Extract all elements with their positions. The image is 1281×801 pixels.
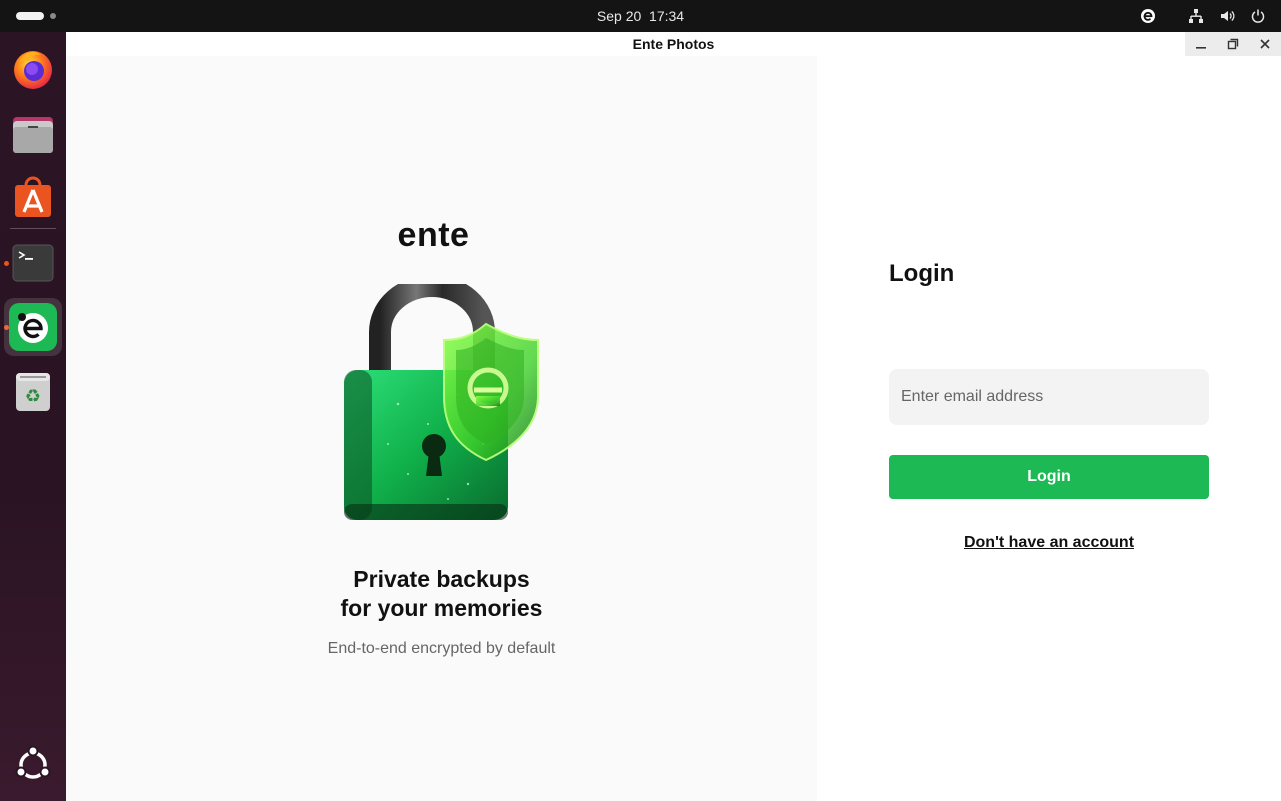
dock-trash[interactable]: ♻: [8, 366, 58, 416]
window-title: Ente Photos: [632, 36, 715, 52]
window-titlebar[interactable]: Ente Photos: [66, 32, 1281, 56]
trash-icon: ♻: [16, 373, 50, 411]
maximize-icon[interactable]: [1217, 32, 1249, 56]
hero-tagline: Private backups for your memories: [66, 565, 817, 623]
tagline-line-2: for your memories: [340, 595, 543, 621]
workspace-active-pill: [16, 12, 44, 20]
dock-show-apps[interactable]: [8, 740, 58, 790]
dock-separator: [10, 228, 56, 229]
dock-app-center[interactable]: [8, 172, 58, 222]
email-input[interactable]: [889, 369, 1209, 425]
dock: ♻: [0, 32, 66, 801]
lock-shield-illustration: [344, 284, 539, 520]
login-panel: Login Login Don't have an account: [817, 56, 1281, 801]
hero-subtitle: End-to-end encrypted by default: [327, 640, 556, 657]
activities-indicator[interactable]: [16, 12, 56, 20]
system-tray: [1126, 0, 1267, 32]
clock-time[interactable]: 17:34: [649, 8, 684, 24]
ente-app-icon: [9, 303, 57, 351]
firefox-icon: [14, 51, 52, 89]
dock-ente[interactable]: [4, 298, 62, 356]
files-icon: [13, 117, 53, 153]
ente-tray-icon[interactable]: [1139, 7, 1157, 25]
ubuntu-show-apps-icon: [15, 745, 51, 779]
dock-firefox[interactable]: [8, 44, 58, 94]
clock: Sep 20 17:34: [0, 0, 1281, 32]
ente-logo: ente: [397, 216, 470, 254]
minimize-icon[interactable]: [1185, 32, 1217, 56]
tagline-line-1: Private backups: [353, 566, 530, 592]
clock-date[interactable]: Sep 20: [597, 8, 641, 24]
terminal-icon: [12, 244, 54, 282]
svg-text:♻: ♻: [25, 386, 41, 407]
app-center-icon: [15, 176, 51, 217]
hero-panel: ente Private backups for your memories E…: [66, 56, 817, 801]
system-top-bar: Sep 20 17:34: [0, 0, 1281, 32]
close-icon[interactable]: [1249, 32, 1281, 56]
login-button[interactable]: Login: [889, 455, 1209, 499]
network-icon[interactable]: [1187, 7, 1205, 25]
email-field: [889, 369, 1209, 425]
app-window: Ente Photos ente Private backups for you…: [66, 32, 1281, 801]
workspace-dot: [50, 13, 56, 19]
window-controls: [1185, 32, 1281, 56]
login-heading: Login: [889, 260, 955, 287]
dock-terminal[interactable]: [8, 238, 58, 288]
volume-icon[interactable]: [1218, 7, 1236, 25]
power-icon[interactable]: [1249, 7, 1267, 25]
dock-files[interactable]: [8, 108, 58, 158]
signup-link[interactable]: Don't have an account: [889, 534, 1209, 552]
